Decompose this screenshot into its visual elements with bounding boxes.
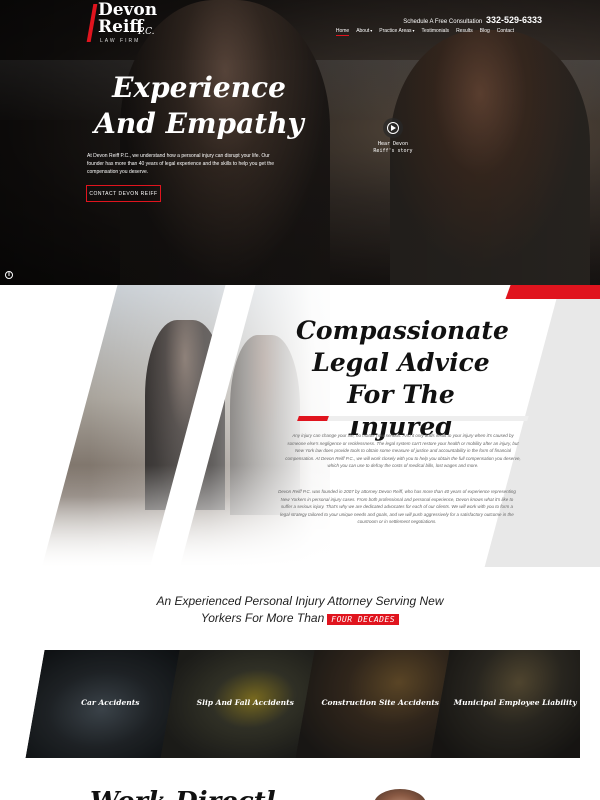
- about-paragraph-2: Devon Reiff P.C. was founded in 2007 by …: [278, 489, 516, 524]
- video-label-line-1: Hear Devon: [377, 141, 409, 147]
- nav-results[interactable]: Results: [456, 28, 473, 36]
- contact-devon-button[interactable]: CONTACT DEVON REIFF: [86, 185, 161, 202]
- tile-label: Car Accidents: [81, 698, 140, 707]
- practice-area-tiles: Car Accidents Slip And Fall Accidents Co…: [20, 650, 580, 758]
- logo-tagline: LAW FIRM: [100, 38, 141, 44]
- play-icon: [383, 118, 403, 138]
- practice-section: An Experienced Personal Injury Attorney …: [0, 567, 600, 800]
- page: Devon Reiff P.C. LAW FIRM Schedule A Fre…: [0, 0, 600, 800]
- tile-label: Municipal Employee Liability: [453, 698, 577, 707]
- nav-about-label: About: [356, 28, 370, 34]
- nav-contact[interactable]: Contact: [497, 28, 514, 36]
- nav-practice-areas-label: Practice Areas: [379, 28, 412, 34]
- logo-suffix: P.C.: [138, 27, 155, 37]
- practice-heading-line-2-text: Yorkers For More Than: [200, 611, 325, 625]
- tile-label: Construction Site Accidents: [321, 698, 440, 707]
- next-section-heading: Work Directl: [90, 787, 276, 800]
- title-underline-gray: [327, 416, 529, 421]
- nav-about[interactable]: About▾: [356, 28, 372, 36]
- tile-municipal-employee[interactable]: Municipal Employee Liability: [430, 650, 580, 758]
- video-label: Hear Devon Reiff's story: [372, 141, 414, 155]
- consultation-info: Schedule A Free Consultation 332-529-633…: [403, 15, 542, 25]
- practice-heading-line-2: Yorkers For More Than FOUR DECADES: [140, 610, 460, 628]
- about-title: Compassionate Legal Advice For The Injur…: [296, 316, 509, 441]
- logo-line-2: Reiff: [98, 17, 144, 37]
- about-section: Compassionate Legal Advice For The Injur…: [0, 285, 600, 567]
- nav-blog[interactable]: Blog: [480, 28, 490, 36]
- main-nav: Home About▾ Practice Areas▾ Testimonials…: [335, 28, 514, 36]
- consultation-label: Schedule A Free Consultation: [403, 19, 483, 25]
- nav-home[interactable]: Home: [335, 28, 350, 36]
- practice-heading: An Experienced Personal Injury Attorney …: [140, 593, 460, 628]
- nav-testimonials[interactable]: Testimonials: [422, 28, 450, 36]
- hero-section: Devon Reiff P.C. LAW FIRM Schedule A Fre…: [0, 0, 600, 285]
- hero-title: Experience And Empathy: [94, 71, 304, 140]
- phone-link[interactable]: 332-529-6333: [486, 15, 542, 25]
- site-logo[interactable]: Devon Reiff P.C. LAW FIRM: [86, 2, 170, 46]
- attorney-portrait: [374, 789, 426, 800]
- pause-icon[interactable]: II: [5, 271, 13, 279]
- hero-blurb: At Devon Reiff P.C., we understand how a…: [87, 153, 275, 175]
- chevron-down-icon: ▾: [370, 28, 373, 33]
- about-paragraph-1: Any injury can change your life, no matt…: [285, 433, 521, 468]
- tile-label: Slip And Fall Accidents: [196, 698, 294, 707]
- chevron-down-icon: ▾: [412, 28, 415, 33]
- video-label-line-2: Reiff's story: [373, 148, 413, 154]
- practice-heading-line-1: An Experienced Personal Injury Attorney …: [156, 594, 444, 608]
- decorative-red-bar: [505, 285, 600, 299]
- video-play-button[interactable]: Hear Devon Reiff's story: [372, 118, 414, 156]
- four-decades-badge: FOUR DECADES: [327, 614, 400, 625]
- nav-practice-areas[interactable]: Practice Areas▾: [379, 28, 414, 36]
